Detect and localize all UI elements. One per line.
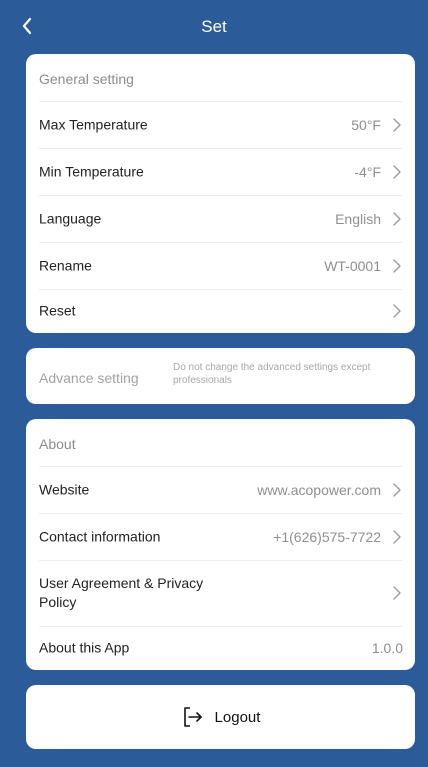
page-title: Set xyxy=(201,17,227,36)
logout-label: Logout xyxy=(214,708,261,726)
general-setting-title: General setting xyxy=(39,71,134,87)
header-bar: Set xyxy=(0,0,428,54)
website-value: www.acopower.com xyxy=(257,481,381,498)
chevron-right-icon xyxy=(392,303,402,319)
rename-value: WT-0001 xyxy=(324,257,381,274)
about-this-app-row[interactable]: About this App 1.0.0 xyxy=(26,626,415,670)
min-temperature-label: Min Temperature xyxy=(39,163,144,179)
advance-setting-card[interactable]: Advance setting Do not change the advanc… xyxy=(26,348,415,404)
advance-setting-label: Advance setting xyxy=(39,370,139,386)
chevron-right-icon xyxy=(392,585,402,601)
user-agreement-privacy-row[interactable]: User Agreement & Privacy Policy xyxy=(26,560,415,626)
user-agreement-privacy-label: User Agreement & Privacy Policy xyxy=(39,575,204,610)
advance-setting-note: Do not change the advanced settings exce… xyxy=(173,362,371,386)
language-value: English xyxy=(335,210,381,227)
app-version-value: 1.0.0 xyxy=(371,640,403,656)
reset-label: Reset xyxy=(39,302,76,319)
website-label: Website xyxy=(39,481,90,497)
logout-button[interactable]: Logout xyxy=(26,685,415,749)
rename-row[interactable]: Rename WT-0001 xyxy=(26,242,415,289)
rename-label: Rename xyxy=(39,257,92,273)
reset-row[interactable]: Reset xyxy=(26,289,415,333)
about-this-app-label: About this App xyxy=(39,639,130,656)
max-temperature-value: 50°F xyxy=(351,116,381,133)
contact-information-value: +1(626)575-7722 xyxy=(273,528,381,545)
min-temperature-value: -4°F xyxy=(354,163,381,180)
language-row[interactable]: Language English xyxy=(26,195,415,242)
min-temperature-row[interactable]: Min Temperature -4°F xyxy=(26,148,415,195)
logout-content: Logout xyxy=(26,705,415,729)
chevron-right-icon xyxy=(392,211,402,227)
about-card: About Website www.acopower.com Contact i… xyxy=(26,419,415,670)
general-setting-card: General setting Max Temperature 50°F Min… xyxy=(26,54,415,333)
max-temperature-row[interactable]: Max Temperature 50°F xyxy=(26,101,415,148)
max-temperature-label: Max Temperature xyxy=(39,116,148,132)
about-title: About xyxy=(39,436,76,452)
chevron-right-icon xyxy=(392,529,402,545)
chevron-right-icon xyxy=(392,482,402,498)
website-row[interactable]: Website www.acopower.com xyxy=(26,466,415,513)
language-label: Language xyxy=(39,210,102,226)
chevron-right-icon xyxy=(392,117,402,133)
contact-information-row[interactable]: Contact information +1(626)575-7722 xyxy=(26,513,415,560)
logout-icon xyxy=(181,705,205,729)
chevron-right-icon xyxy=(392,258,402,274)
chevron-right-icon xyxy=(392,164,402,180)
contact-information-label: Contact information xyxy=(39,528,161,544)
